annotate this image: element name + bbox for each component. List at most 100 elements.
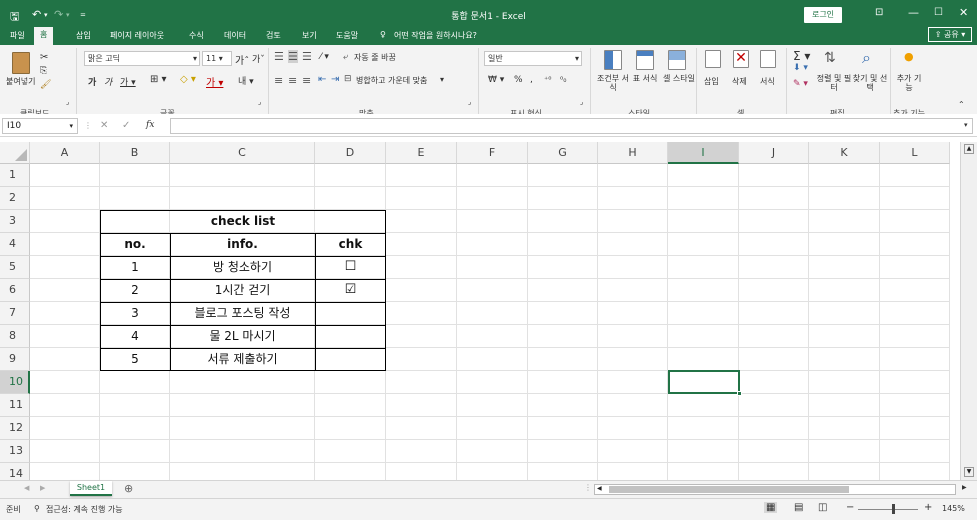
zoom-in-icon[interactable]: + (924, 502, 932, 513)
row-header-selected[interactable]: 10 (0, 371, 30, 394)
align-right-icon[interactable]: ≡ (302, 74, 311, 87)
format-as-table-icon[interactable] (636, 50, 654, 70)
italic-icon[interactable]: 가 (104, 75, 112, 88)
align-bottom-icon[interactable]: ☰ (302, 50, 312, 63)
bold-icon[interactable]: 가 (88, 75, 96, 88)
paste-icon[interactable] (12, 52, 30, 74)
tab-formulas[interactable]: 수식 (189, 30, 204, 41)
increase-font-icon[interactable]: 가ˆ (235, 52, 249, 67)
fill-icon[interactable]: ⬇ ▾ (793, 63, 808, 73)
merge-dropdown-icon[interactable]: ▾ (440, 75, 444, 84)
conditional-format-button[interactable]: 조건부 서식 (596, 74, 630, 92)
item-info[interactable]: 물 2L 마시기 (170, 325, 315, 347)
zoom-slider[interactable] (858, 509, 918, 510)
scroll-down-icon[interactable]: ▼ (964, 467, 974, 477)
tab-view[interactable]: 보기 (302, 30, 317, 41)
format-painter-icon[interactable]: 🖌 (40, 80, 51, 90)
increase-indent-icon[interactable]: ⇥ (331, 74, 339, 85)
find-icon[interactable]: ⌕ (862, 48, 871, 68)
font-launcher-icon[interactable]: ⌟ (258, 98, 261, 106)
sort-filter-button[interactable]: 정렬 및 필터 (816, 74, 852, 92)
item-info[interactable]: 블로그 포스팅 작성 (170, 302, 315, 324)
decrease-font-icon[interactable]: 가ˇ (252, 52, 265, 65)
insert-cells-button[interactable]: 삽입 (704, 76, 719, 87)
number-format-combo[interactable]: 일반 ▾ (484, 51, 582, 66)
decrease-decimal-icon[interactable]: ⁰₀ (560, 75, 566, 84)
collapse-ribbon-icon[interactable]: ⌃ (958, 100, 965, 109)
comma-icon[interactable]: , (530, 75, 533, 85)
clear-icon[interactable]: ✎ ▾ (793, 79, 808, 89)
insert-function-icon[interactable]: fx (146, 120, 154, 130)
column-header[interactable]: K (809, 142, 880, 164)
select-all-corner[interactable] (0, 142, 30, 164)
column-header[interactable]: F (457, 142, 528, 164)
item-info[interactable]: 1시간 걷기 (170, 279, 315, 301)
column-header[interactable]: C (170, 142, 315, 164)
align-center-icon[interactable]: ≡ (288, 74, 297, 87)
font-name-combo[interactable]: 맑은 고딕 ▾ (84, 51, 200, 66)
conditional-format-icon[interactable] (604, 50, 622, 70)
worksheet-grid[interactable]: A B C D E F G H I J K L 1 2 3 4 5 6 7 8 … (0, 142, 977, 480)
row-header[interactable]: 6 (0, 279, 30, 302)
item-checkbox-checked[interactable]: ☑ (315, 279, 386, 301)
align-top-icon[interactable]: ☰ (274, 50, 284, 63)
normal-view-icon[interactable]: ▦ (764, 502, 778, 513)
sheet-tab-sheet1[interactable]: Sheet1 (70, 481, 112, 496)
row-header[interactable]: 2 (0, 187, 30, 210)
scroll-left-icon[interactable]: ◀ (597, 485, 602, 492)
row-header[interactable]: 4 (0, 233, 30, 256)
tab-insert[interactable]: 삽입 (76, 30, 91, 41)
column-header[interactable]: H (598, 142, 668, 164)
tab-page-layout[interactable]: 페이지 레이아웃 (110, 30, 164, 41)
item-checkbox-unchecked[interactable]: ☐ (315, 256, 386, 278)
page-break-view-icon[interactable]: ◫ (818, 502, 827, 513)
paste-button[interactable]: 붙여넣기 (6, 76, 35, 87)
font-color-icon[interactable]: 가 ▾ (206, 74, 223, 89)
zoom-out-icon[interactable]: − (846, 502, 854, 513)
addins-button[interactable]: 추가 기능 (896, 74, 922, 92)
decrease-indent-icon[interactable]: ⇤ (318, 74, 326, 85)
row-header[interactable]: 12 (0, 417, 30, 440)
align-left-icon[interactable]: ≡ (274, 74, 283, 87)
close-icon[interactable]: ✕ (959, 6, 968, 19)
column-header[interactable]: B (100, 142, 170, 164)
cancel-formula-icon[interactable]: ✕ (100, 120, 108, 131)
orientation-icon[interactable]: ⁄ ▾ (320, 52, 329, 62)
ribbon-display-icon[interactable]: ⊡ (875, 7, 883, 18)
copy-icon[interactable]: ⎘ (40, 66, 47, 76)
expand-formula-icon[interactable]: ▾ (964, 121, 968, 129)
autosum-icon[interactable]: Σ ▾ (793, 49, 810, 63)
item-info[interactable]: 서류 제출하기 (170, 348, 315, 370)
percent-icon[interactable]: % (514, 75, 523, 85)
row-header[interactable]: 14 (0, 463, 30, 480)
tell-me-icon[interactable]: ♀ (380, 30, 386, 39)
number-launcher-icon[interactable]: ⌟ (580, 98, 583, 106)
wrap-text-button[interactable]: 자동 줄 바꿈 (354, 52, 396, 63)
share-button[interactable]: ⇪ 공유 ▾ (928, 27, 972, 42)
font-size-combo[interactable]: 11 ▾ (202, 51, 232, 66)
column-header-selected[interactable]: I (668, 142, 739, 164)
item-no[interactable]: 1 (100, 256, 170, 278)
alignment-launcher-icon[interactable]: ⌟ (468, 98, 471, 106)
find-select-button[interactable]: 찾기 및 선택 (852, 74, 888, 92)
row-header[interactable]: 9 (0, 348, 30, 371)
add-sheet-icon[interactable]: ⊕ (124, 482, 133, 495)
clipboard-launcher-icon[interactable]: ⌟ (66, 98, 69, 106)
column-header[interactable]: J (739, 142, 809, 164)
column-header[interactable]: D (315, 142, 386, 164)
item-no[interactable]: 5 (100, 348, 170, 370)
fill-color-icon[interactable]: ◇ ▾ (180, 74, 196, 85)
column-header[interactable]: L (880, 142, 950, 164)
delete-cells-button[interactable]: 삭제 (732, 76, 747, 87)
tab-split-icon[interactable]: ⋮ (584, 483, 592, 492)
formula-input[interactable] (170, 118, 973, 134)
fill-handle[interactable] (737, 391, 742, 396)
tell-me-box[interactable]: 어떤 작업을 원하시나요? (394, 30, 477, 41)
borders-icon[interactable]: ⊞ ▾ (150, 74, 167, 85)
insert-cells-icon[interactable] (705, 50, 721, 68)
merge-center-icon[interactable]: ⊟ (344, 74, 352, 84)
accounting-icon[interactable]: ₩ ▾ (488, 75, 504, 85)
column-header[interactable]: E (386, 142, 457, 164)
enter-formula-icon[interactable]: ✓ (122, 120, 130, 131)
increase-decimal-icon[interactable]: ⁺⁰ (544, 75, 551, 84)
